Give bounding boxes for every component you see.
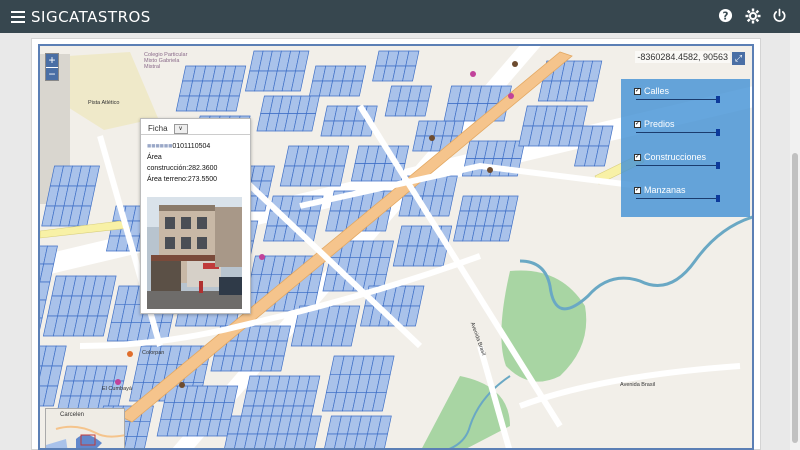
- menu-icon[interactable]: [11, 10, 25, 23]
- layer-label-construcciones: Construcciones: [644, 152, 707, 162]
- area-label: Área: [147, 154, 162, 161]
- power-icon[interactable]: [771, 7, 788, 24]
- overview-minimap[interactable]: Carcelen: [45, 408, 125, 448]
- land-area: Área terreno:273.5500: [147, 176, 218, 183]
- minimap-label: Carcelen: [60, 412, 85, 418]
- slider-handle[interactable]: [716, 162, 720, 169]
- app-title: SIGCATASTROS: [31, 7, 151, 26]
- opacity-slider-construcciones[interactable]: [636, 162, 720, 169]
- svg-text:?: ?: [723, 10, 729, 22]
- map-viewer[interactable]: + − -8360284.4582, 90563 ⤢ Pista Atlétic…: [38, 44, 754, 450]
- parcel-photo: [147, 197, 242, 309]
- layer-checkbox-manzanas[interactable]: ✓: [634, 186, 641, 194]
- zoom-out-button[interactable]: −: [46, 67, 58, 80]
- slider-handle[interactable]: [716, 195, 720, 202]
- map-label-colegio: Colegio Particular Mixto Gabriela Mistra…: [144, 52, 188, 70]
- page-scrollbar[interactable]: [790, 33, 800, 450]
- construction-area: construcción:282.3600: [147, 165, 218, 172]
- popup-select-label: Ficha: [148, 124, 168, 133]
- popup-select-dropdown[interactable]: ∨: [173, 123, 188, 134]
- map-label-cumbaya: El Cumbayá: [102, 386, 132, 392]
- gear-icon[interactable]: [744, 7, 761, 24]
- opacity-slider-calles[interactable]: [636, 96, 720, 103]
- slider-handle[interactable]: [716, 129, 720, 136]
- help-icon[interactable]: ?: [717, 7, 734, 24]
- map-label-park: Pista Atlético: [88, 100, 120, 106]
- layer-label-calles: Calles: [644, 86, 670, 96]
- app-header: SIGCATASTROS ?: [0, 0, 800, 33]
- parcel-info-popup: Ficha ∨ ■■■■■■0101110504 Área construcci…: [140, 118, 251, 314]
- layer-label-predios: Predios: [644, 119, 675, 129]
- layer-checkbox-predios[interactable]: ✓: [634, 120, 641, 128]
- fullscreen-button[interactable]: ⤢: [732, 52, 745, 65]
- scrollbar-thumb[interactable]: [792, 153, 798, 443]
- zoom-control: + −: [45, 53, 59, 81]
- slider-handle[interactable]: [716, 96, 720, 103]
- layer-predios: ✓ Predios: [634, 119, 744, 136]
- layer-label-manzanas: Manzanas: [644, 185, 686, 195]
- map-label-avenida-brasil-2: Avenida Brasil: [620, 382, 656, 388]
- layer-checkbox-construcciones[interactable]: ✓: [634, 153, 641, 161]
- zoom-in-button[interactable]: +: [46, 54, 58, 67]
- opacity-slider-manzanas[interactable]: [636, 195, 720, 202]
- opacity-slider-predios[interactable]: [636, 129, 720, 136]
- layer-control-panel: ✓ Calles ✓ Predios ✓ Construcciones ✓ Manzan…: [621, 79, 750, 217]
- map-label-colorpan: Colorpan: [142, 350, 165, 356]
- layer-construcciones: ✓ Construcciones: [634, 152, 744, 169]
- parcel-clave: ■■■■■■0101110504: [147, 143, 211, 150]
- layer-manzanas: ✓ Manzanas: [634, 185, 744, 202]
- layer-calles: ✓ Calles: [634, 86, 744, 103]
- coordinate-readout: -8360284.4582, 90563: [635, 51, 730, 63]
- layer-checkbox-calles[interactable]: ✓: [634, 87, 641, 95]
